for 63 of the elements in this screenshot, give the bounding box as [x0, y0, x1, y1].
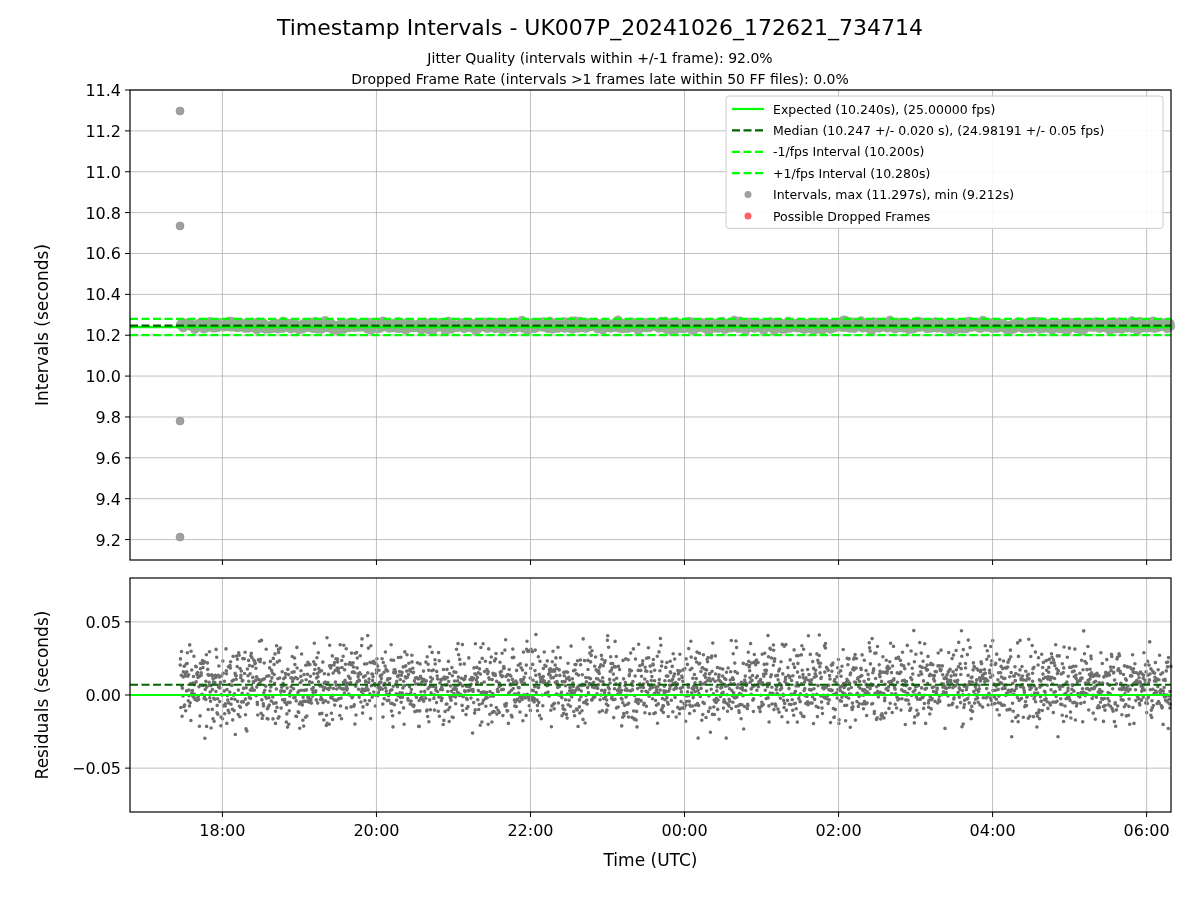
tick-label: 22:00	[507, 821, 554, 840]
tick-label: 11.4	[85, 81, 121, 100]
tick-label: 10.6	[85, 244, 121, 264]
tick-mark	[124, 621, 131, 623]
tick-mark	[838, 811, 840, 818]
tick-mark	[124, 416, 131, 418]
tick-mark	[124, 334, 131, 336]
tick-mark	[375, 811, 377, 818]
tick-mark	[124, 694, 131, 696]
tick-mark	[1146, 811, 1148, 818]
figure-title: Timestamp Intervals - UK007P_20241026_172621_734714	[276, 16, 924, 40]
tick-mark	[375, 559, 377, 566]
tick-mark	[124, 212, 131, 214]
tick-label: 02:00	[815, 821, 862, 840]
legend-label: Median (10.247 +/- 0.020 s), (24.98191 +/- 0.05 fps)	[773, 122, 1105, 138]
tick-label: 9.4	[95, 489, 121, 509]
legend-label: -1/fps Interval (10.200s)	[773, 144, 925, 160]
figure-subtitle: Jitter Quality (intervals within +/-1 frame): 92.0%	[427, 49, 773, 68]
axis-title: Time (UTC)	[603, 850, 698, 870]
tick-mark	[124, 498, 131, 500]
axis-title: Intervals (seconds)	[32, 243, 52, 407]
legend-label: Intervals, max (11.297s), min (9.212s)	[773, 187, 1015, 203]
tick-mark	[124, 293, 131, 295]
tick-label: 10.8	[85, 203, 121, 223]
tick-label: 9.6	[95, 448, 121, 468]
tick-mark	[124, 457, 131, 459]
tick-mark	[530, 559, 531, 566]
axis-title: Residuals (seconds)	[32, 610, 52, 780]
tick-label: 10.4	[85, 285, 121, 305]
tick-label: −0.05	[71, 759, 121, 779]
tick-label: 11.0	[85, 162, 121, 182]
tick-mark	[992, 811, 994, 818]
tick-mark	[221, 811, 223, 818]
tick-label: 04:00	[969, 821, 1016, 840]
legend-label: Expected (10.240s), (25.00000 fps)	[773, 101, 996, 117]
tick-mark	[124, 253, 131, 254]
tick-mark	[1146, 559, 1148, 566]
tick-mark	[124, 375, 131, 377]
tick-mark	[684, 811, 685, 818]
tick-label: 11.2	[85, 121, 121, 141]
tick-mark	[124, 539, 131, 541]
tick-mark	[124, 767, 131, 769]
legend-label: +1/fps Interval (10.280s)	[773, 165, 931, 181]
tick-label: 10.0	[85, 367, 121, 387]
figure-subtitle: Dropped Frame Rate (intervals >1 frames late within 50 FF files): 0.0%	[351, 70, 849, 89]
tick-mark	[992, 559, 994, 566]
legend-label: Possible Dropped Frames	[773, 208, 931, 224]
tick-mark	[530, 811, 531, 818]
tick-label: 0.05	[85, 612, 121, 632]
tick-label: 00:00	[661, 821, 708, 840]
tick-label: 9.8	[95, 407, 121, 427]
tick-label: 9.2	[95, 530, 121, 550]
tick-label: 0.00	[85, 686, 121, 705]
tick-mark	[124, 89, 131, 91]
tick-label: 10.2	[85, 326, 121, 346]
tick-mark	[221, 559, 223, 566]
tick-label: 20:00	[353, 821, 400, 840]
tick-mark	[838, 559, 840, 566]
tick-mark	[124, 130, 131, 132]
tick-mark	[684, 559, 685, 566]
tick-mark	[124, 171, 131, 173]
tick-label: 18:00	[199, 821, 246, 840]
tick-label: 06:00	[1123, 821, 1170, 840]
